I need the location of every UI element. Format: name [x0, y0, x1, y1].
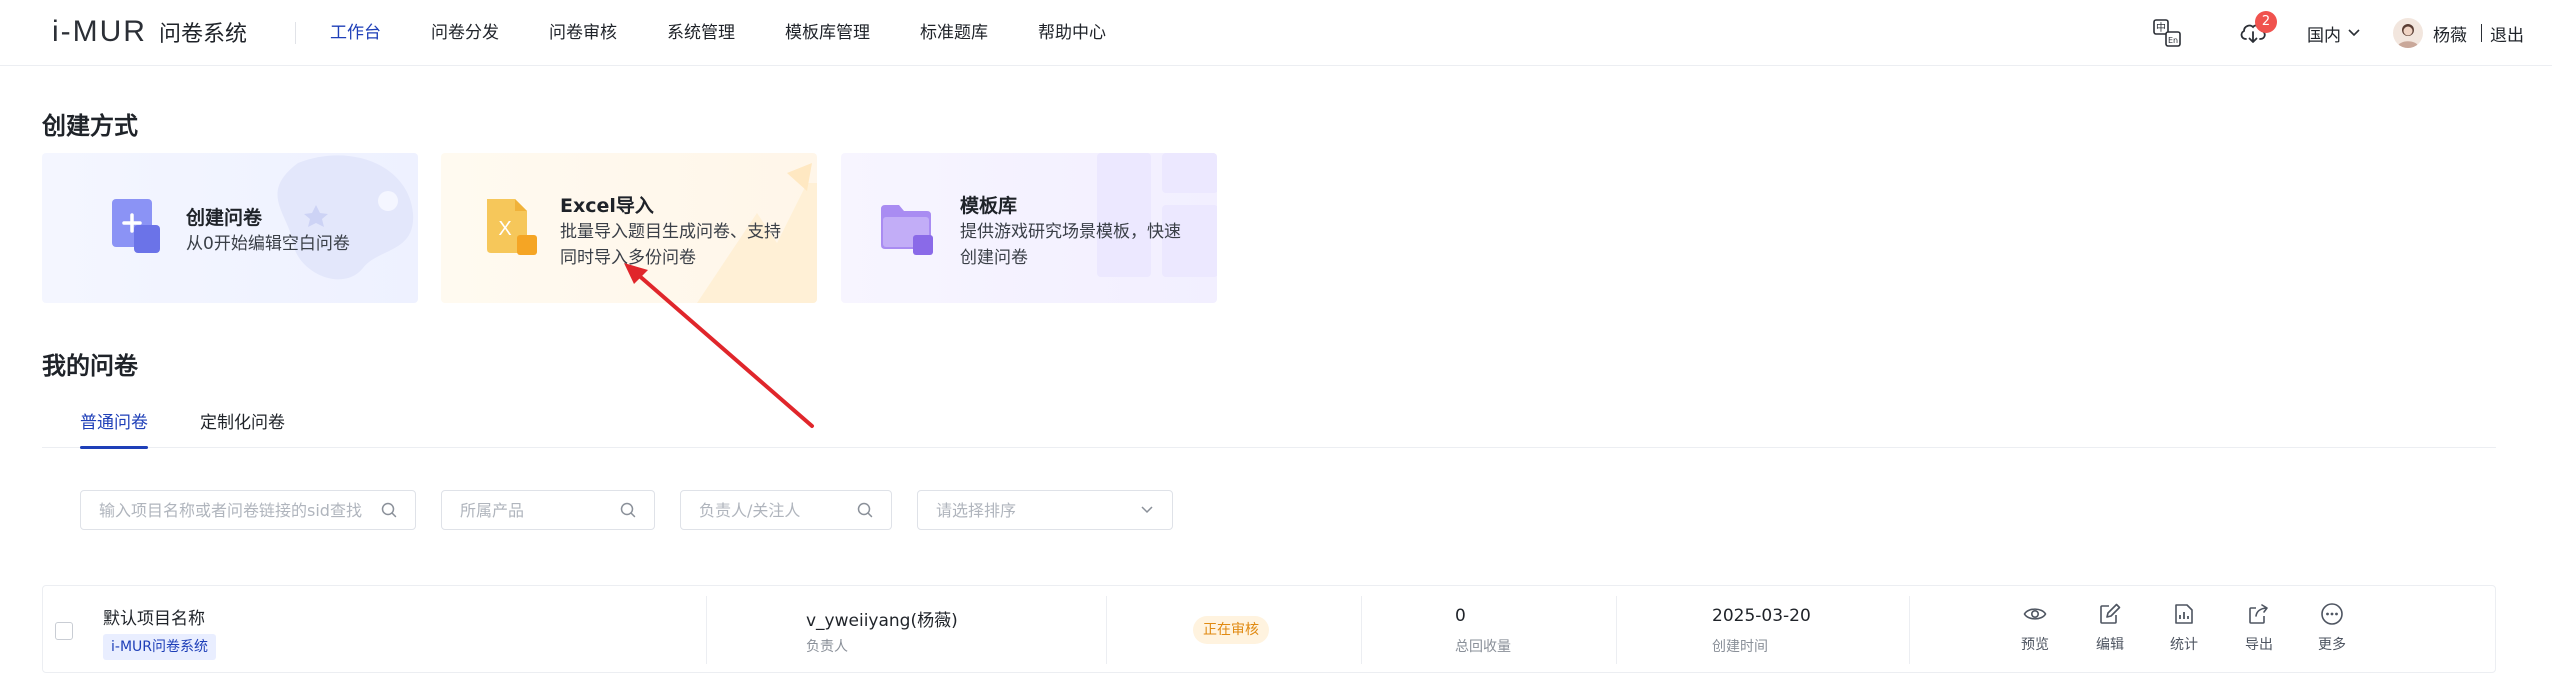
annotation-arrow [624, 263, 814, 428]
